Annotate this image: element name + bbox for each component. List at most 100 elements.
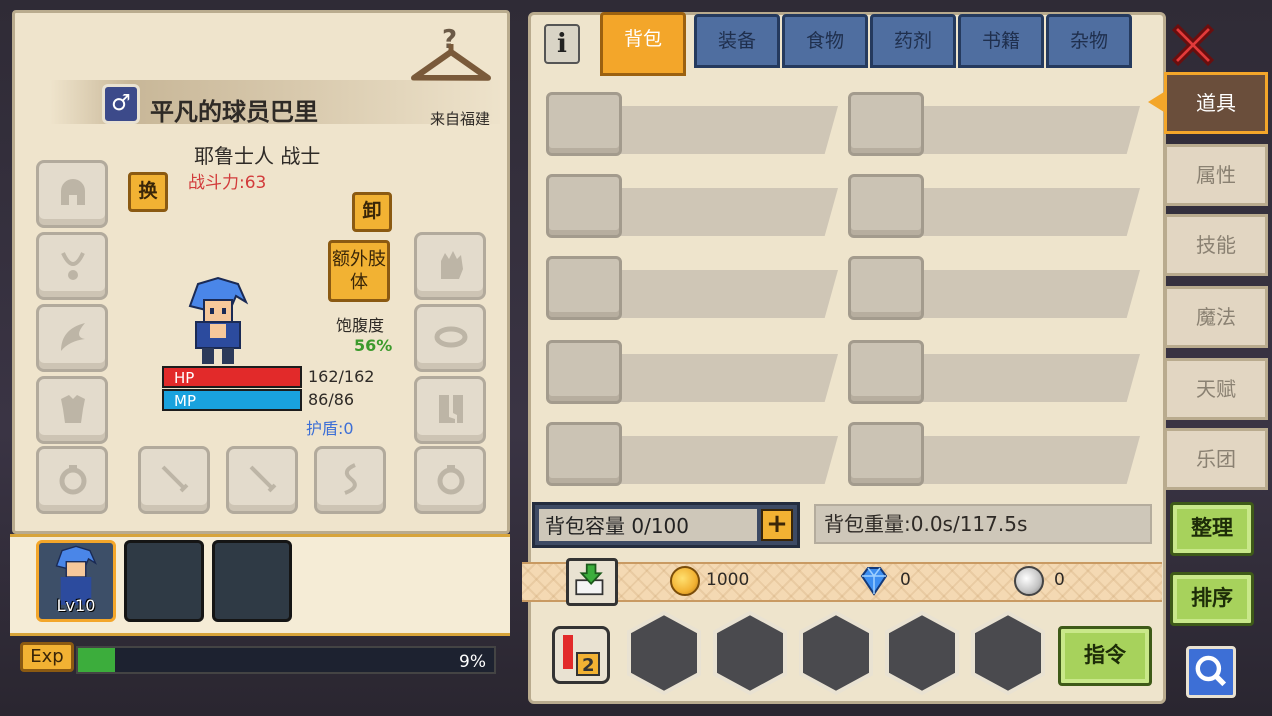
inventory-slot[interactable] <box>848 340 1140 406</box>
armor-icon <box>61 395 85 423</box>
equip-slot-helmet[interactable] <box>36 160 108 228</box>
inventory-tab[interactable]: 背包 <box>600 12 686 76</box>
order-button[interactable]: 排序 <box>1170 572 1254 626</box>
inventory-tab[interactable]: 书籍 <box>958 14 1044 68</box>
inventory-slot-label-bg <box>616 270 838 318</box>
quick-slot[interactable] <box>626 610 702 696</box>
inventory-slot-label-bg <box>616 106 838 154</box>
party-slot-empty-2[interactable] <box>212 540 292 622</box>
gloves-icon <box>441 251 463 279</box>
equip-slot-gloves[interactable] <box>414 232 486 300</box>
inventory-slot[interactable] <box>848 256 1140 322</box>
extra-limb-button[interactable]: 额外肢体 <box>328 240 390 302</box>
side-tab[interactable]: 魔法 <box>1164 286 1268 348</box>
inventory-slot-icon <box>848 92 924 156</box>
equip-slot-boots[interactable] <box>414 376 486 444</box>
close-icon[interactable] <box>1168 20 1218 70</box>
inventory-slot[interactable] <box>848 422 1140 488</box>
whip-icon <box>344 463 357 495</box>
quick-slot[interactable] <box>712 610 788 696</box>
search-button[interactable] <box>1186 646 1236 698</box>
order-12-icon: 2 <box>563 635 600 676</box>
bracelet-icon <box>434 326 468 348</box>
inventory-tab[interactable]: 杂物 <box>1046 14 1132 68</box>
inventory-slot-icon <box>546 422 622 486</box>
equip-slot-armor[interactable] <box>36 376 108 444</box>
inventory-slot-label-bg <box>616 188 838 236</box>
inventory-slot[interactable] <box>848 174 1140 240</box>
inventory-slot-label-bg <box>918 270 1140 318</box>
game-screen: { "character": { "name": "平凡的球员巴里", "ori… <box>0 0 1272 716</box>
swap-button[interactable]: 换 <box>128 172 168 212</box>
expand-capacity-button[interactable]: + <box>761 509 793 541</box>
silver-amount: 0 <box>1054 570 1065 590</box>
equip-slot-bracelet[interactable] <box>414 304 486 372</box>
bag-capacity: 背包容量 0/100 + <box>532 502 800 548</box>
command-button[interactable]: 指令 <box>1058 626 1152 686</box>
inventory-slot[interactable] <box>546 340 838 406</box>
male-icon: ♂ <box>102 84 140 124</box>
shield-value: 护盾:0 <box>306 419 354 438</box>
inventory-slot[interactable] <box>546 174 838 240</box>
inventory-slot-icon <box>848 422 924 486</box>
party-member-level: Lv10 <box>56 596 96 615</box>
gold-amount: 1000 <box>706 570 750 590</box>
exp-fill <box>78 648 116 672</box>
side-tab[interactable]: 天赋 <box>1164 358 1268 420</box>
equip-slot-weapon-1[interactable] <box>138 446 210 514</box>
party-slot-empty-1[interactable] <box>124 540 204 622</box>
hp-bar: HP <box>162 366 302 388</box>
diamond-icon <box>860 567 888 596</box>
currency-strip <box>522 562 1162 602</box>
hp-value: 162/162 <box>308 367 375 386</box>
gold-coin-icon <box>670 566 700 596</box>
unequip-button[interactable]: 卸 <box>352 192 392 232</box>
inventory-slot-icon <box>546 340 622 404</box>
deposit-button[interactable] <box>566 558 618 606</box>
inventory-slot[interactable] <box>848 92 1140 158</box>
equip-slot-weapon-2[interactable] <box>226 446 298 514</box>
character-race-class: 耶鲁士人 战士 <box>194 144 321 168</box>
quick-slot[interactable] <box>884 610 960 696</box>
inventory-slot-icon <box>546 174 622 238</box>
sword-icon <box>249 465 277 493</box>
hunger-value: 56% <box>354 336 393 355</box>
hunger-label: 饱腹度 <box>336 316 385 335</box>
search-icon <box>1195 655 1227 687</box>
side-tab[interactable]: 乐团 <box>1164 428 1268 490</box>
exp-bar-group: Exp 9% <box>20 642 498 676</box>
inventory-tab[interactable]: 药剂 <box>870 14 956 68</box>
wing-icon <box>61 323 85 351</box>
hanger-icon[interactable]: ? <box>406 22 496 86</box>
party-member-1[interactable]: Lv10 <box>36 540 116 622</box>
inventory-slot-label-bg <box>918 188 1140 236</box>
quick-slot[interactable] <box>798 610 874 696</box>
quick-slot[interactable] <box>970 610 1046 696</box>
exp-track: 9% <box>76 646 496 674</box>
side-tab[interactable]: 属性 <box>1164 144 1268 206</box>
inventory-slot-label-bg <box>616 436 838 484</box>
inventory-tab[interactable]: 装备 <box>694 14 780 68</box>
exp-tag: Exp <box>20 642 74 672</box>
sort-button[interactable]: 整理 <box>1170 502 1254 556</box>
ring-icon <box>437 465 465 495</box>
info-button[interactable]: i <box>544 24 580 64</box>
bag-weight: 背包重量:0.0s/117.5s <box>814 504 1152 544</box>
equip-slot-necklace[interactable] <box>36 232 108 300</box>
equip-slot-ring-left[interactable] <box>36 446 108 514</box>
swap-order-button[interactable]: 2 <box>552 626 610 684</box>
equip-slot-weapon-3[interactable] <box>314 446 386 514</box>
inventory-slot[interactable] <box>546 92 838 158</box>
inventory-slot-icon <box>546 256 622 320</box>
equip-slot-ring-right[interactable] <box>414 446 486 514</box>
inventory-slot[interactable] <box>546 422 838 488</box>
equip-slot-wing[interactable] <box>36 304 108 372</box>
side-tab[interactable]: 道具 <box>1164 72 1268 134</box>
inventory-tab[interactable]: 食物 <box>782 14 868 68</box>
inventory-slot-icon <box>546 92 622 156</box>
deposit-arrow-icon <box>575 563 604 596</box>
ring-icon <box>59 465 87 495</box>
inventory-slot[interactable] <box>546 256 838 322</box>
side-tab[interactable]: 技能 <box>1164 214 1268 276</box>
hero-sprite <box>188 276 249 364</box>
